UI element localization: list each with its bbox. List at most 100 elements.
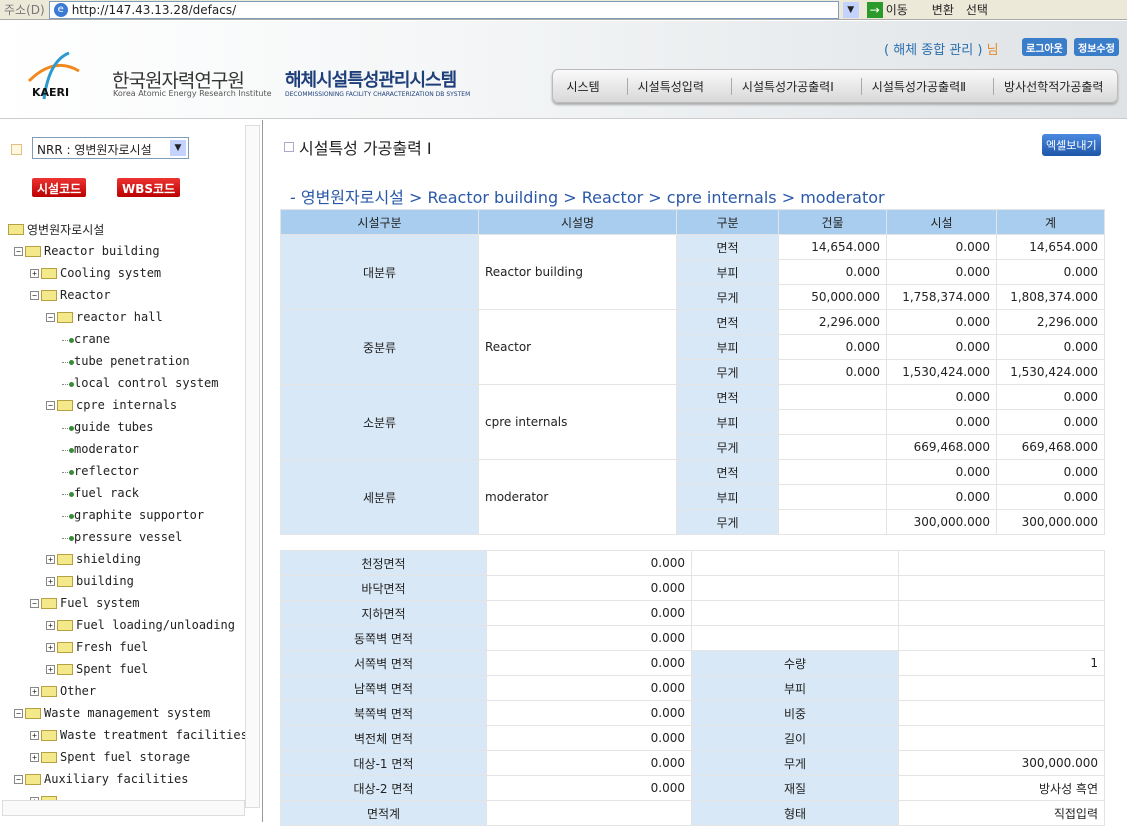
collapse-icon[interactable]: − (30, 598, 39, 608)
horizontal-scrollbar[interactable] (2, 800, 245, 816)
tree-node[interactable]: + Other (8, 680, 248, 702)
table-row: 서쪽벽 면적 0.000 수량 1 (280, 650, 1105, 676)
tree-node[interactable]: + Fuel loading/unloading (8, 614, 248, 636)
field-value (898, 625, 1105, 651)
go-label: 이동 (885, 3, 908, 17)
tree-node[interactable]: crane (8, 328, 248, 350)
excel-export-button[interactable]: 엑셀보내기 (1042, 134, 1101, 156)
value-cell: 300,000.000 (996, 509, 1105, 535)
page-title-text: 시설특성 가공출력 Ⅰ (299, 139, 432, 158)
field-label: 대상-2 면적 (280, 775, 487, 801)
tree-node[interactable]: + shielding (8, 548, 248, 570)
tree-node[interactable]: + Cooling system (8, 262, 248, 284)
tree-node[interactable]: graphite supportor (8, 504, 248, 526)
tree-node-label: tube penetration (74, 354, 190, 368)
convert-button[interactable]: 변환 (932, 1, 954, 18)
edit-info-button[interactable]: 정보수정 (1074, 38, 1119, 56)
go-button[interactable]: → 이동 (866, 1, 908, 18)
tree-node-label: Cooling system (60, 266, 162, 280)
field-value: 0.000 (486, 750, 692, 776)
expand-icon[interactable]: + (46, 576, 55, 586)
tree-node[interactable]: − reactor hall (8, 306, 248, 328)
facility-code-button[interactable]: 시설코드 (32, 178, 87, 197)
expand-icon[interactable]: + (30, 686, 39, 696)
tree-node[interactable]: − Auxiliary facilities (8, 768, 248, 790)
select-button[interactable]: 선택 (966, 1, 988, 18)
tree-node[interactable]: + Waste treatment facilities (8, 724, 248, 746)
vertical-scrollbar[interactable] (245, 125, 260, 808)
tree-node[interactable]: + Spent fuel storage (8, 746, 248, 768)
tree-node[interactable]: pressure vessel (8, 526, 248, 548)
tree-node[interactable]: + Spent fuel (8, 658, 248, 680)
logout-button[interactable]: 로그아웃 (1022, 38, 1067, 56)
tree-node[interactable]: fuel rack (8, 482, 248, 504)
expand-icon[interactable]: + (30, 268, 39, 278)
tree-node-label: local control system (74, 376, 219, 390)
leaf-icon (62, 425, 74, 431)
expand-icon[interactable]: + (46, 664, 55, 674)
tree-node[interactable]: moderator (8, 438, 248, 460)
menu-radiological-output[interactable]: 방사선학적가공출력 (993, 77, 1103, 95)
menu-facility-output-1[interactable]: 시설특성가공출력Ⅰ (730, 77, 834, 95)
field-value: 1 (898, 650, 1105, 676)
expand-icon[interactable]: + (30, 730, 39, 740)
facility-name-cell: cpre internals (478, 384, 677, 460)
field-label: 비중 (691, 700, 899, 726)
collapse-icon[interactable]: − (14, 246, 23, 256)
tree-node[interactable]: reflector (8, 460, 248, 482)
go-arrow-icon: → (866, 1, 883, 18)
tree-node[interactable]: − Reactor (8, 284, 248, 306)
facility-select[interactable]: NRR : 영변원자로시설 ▼ (32, 137, 189, 159)
measure-label: 면적 (676, 234, 779, 260)
field-value (898, 675, 1105, 701)
menu-system[interactable]: 시스템 (567, 78, 600, 95)
collapse-icon[interactable]: − (14, 774, 23, 784)
expand-icon[interactable]: + (46, 642, 55, 652)
collapse-icon[interactable]: − (30, 290, 39, 300)
category-cell: 대분류 (280, 234, 479, 310)
collapse-icon[interactable]: − (46, 400, 55, 410)
tree-node[interactable]: local control system (8, 372, 248, 394)
value-cell: 669,468.000 (886, 434, 997, 460)
field-value (691, 600, 899, 626)
field-value (898, 700, 1105, 726)
summary-table: 시설구분 시설명 구분 건물 시설 계 대분류 Reactor building 면적 14,65… (280, 209, 1105, 535)
field-label: 바닥면적 (280, 575, 487, 601)
value-cell: 0.000 (778, 334, 887, 360)
tree-node[interactable]: tube penetration (8, 350, 248, 372)
field-value: 0.000 (486, 775, 692, 801)
url-input[interactable]: e http://147.43.13.28/defacs/ (48, 0, 839, 19)
folder-icon (57, 399, 73, 411)
wbs-code-button[interactable]: WBS코드 (117, 178, 181, 197)
value-cell: 14,654.000 (996, 234, 1105, 260)
menu-facility-input[interactable]: 시설특성입력 (626, 77, 704, 95)
url-dropdown-icon[interactable]: ▼ (842, 1, 859, 18)
expand-icon[interactable]: + (46, 554, 55, 564)
leaf-icon (62, 491, 74, 497)
value-cell: 0.000 (778, 359, 887, 385)
value-cell: 2,296.000 (996, 309, 1105, 335)
expand-icon[interactable]: + (30, 752, 39, 762)
tree-node[interactable]: − cpre internals (8, 394, 248, 416)
tree-node-label: Reactor (60, 288, 111, 302)
tree-node[interactable]: + Fresh fuel (8, 636, 248, 658)
category-cell: 세분류 (280, 459, 479, 535)
collapse-icon[interactable]: − (14, 708, 23, 718)
tree-node[interactable]: guide tubes (8, 416, 248, 438)
menu-facility-output-2[interactable]: 시설특성가공출력Ⅱ (860, 77, 966, 95)
tree-node-label: Fuel loading/unloading (76, 618, 235, 632)
tree-node[interactable]: − Waste management system (8, 702, 248, 724)
field-label: 동쪽벽 면적 (280, 625, 487, 651)
tree-node[interactable]: − Fuel system (8, 592, 248, 614)
value-cell: 0.000 (886, 234, 997, 260)
tree-node[interactable]: − Reactor building (8, 240, 248, 262)
value-cell: 1,530,424.000 (886, 359, 997, 385)
collapse-icon[interactable]: − (46, 312, 55, 322)
table-row: 지하면적 0.000 (280, 600, 1105, 626)
expand-icon[interactable]: + (46, 620, 55, 630)
table-row: 바닥면적 0.000 (280, 575, 1105, 601)
user-info: ( 해체 종합 관리 ) 님 (884, 39, 999, 58)
table-row: 대상-1 면적 0.000 무게 300,000.000 (280, 750, 1105, 776)
tree-node[interactable]: 영변원자로시설 (8, 218, 248, 240)
tree-node[interactable]: + building (8, 570, 248, 592)
